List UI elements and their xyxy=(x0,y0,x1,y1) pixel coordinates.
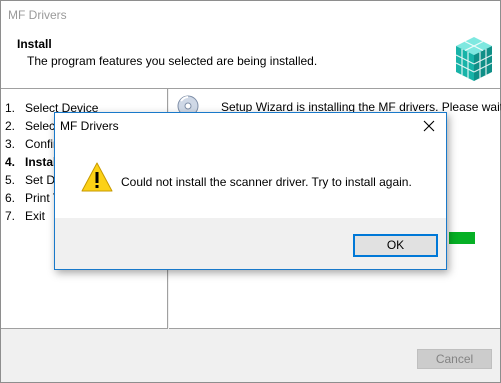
cancel-button[interactable]: Cancel xyxy=(417,349,492,369)
ok-button[interactable]: OK xyxy=(353,234,438,257)
installer-header: Install The program features you selecte… xyxy=(1,30,500,89)
dialog-body: Could not install the scanner driver. Tr… xyxy=(55,140,446,218)
window-title: MF Drivers xyxy=(8,8,67,22)
dialog-message: Could not install the scanner driver. Tr… xyxy=(121,175,412,189)
step-item: 7. Exit xyxy=(5,209,46,223)
step-item-current: 4. Instal xyxy=(5,155,57,169)
error-dialog: MF Drivers Could not install the scanner… xyxy=(54,112,447,270)
window-titlebar: MF Drivers xyxy=(1,1,500,30)
header-subtitle: The program features you selected are be… xyxy=(27,54,318,68)
header-title: Install xyxy=(17,37,52,51)
step-item: 6. Print T xyxy=(5,191,61,205)
step-item: 3. Confir xyxy=(5,137,58,151)
dialog-title: MF Drivers xyxy=(60,119,119,133)
cube-logo-icon xyxy=(455,37,493,81)
close-icon[interactable] xyxy=(418,116,440,136)
progress-bar-fill xyxy=(449,232,475,244)
step-item: 2. Select xyxy=(5,119,59,133)
dialog-titlebar: MF Drivers xyxy=(55,113,446,140)
warning-icon xyxy=(81,162,113,192)
